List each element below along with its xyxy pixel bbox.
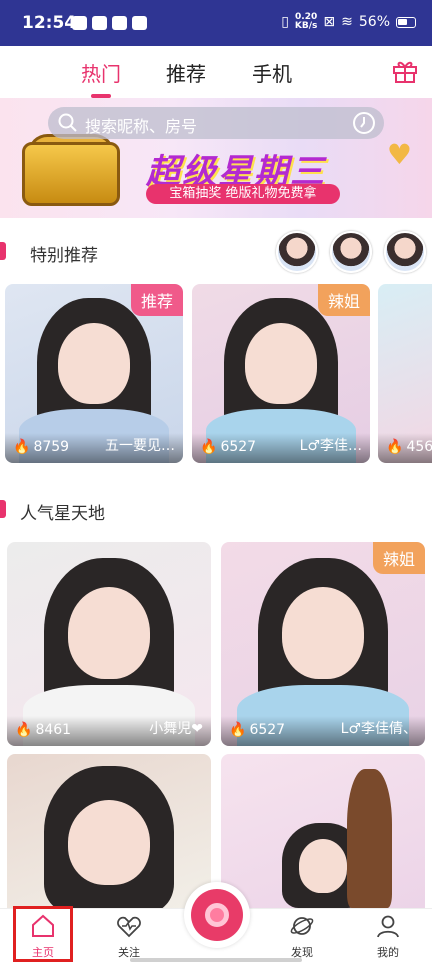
pipa-instrument — [347, 769, 393, 908]
tab-recommend[interactable]: 推荐 — [166, 58, 206, 87]
section-marker — [0, 500, 6, 518]
user-icon — [377, 915, 399, 938]
gift-icon[interactable] — [392, 58, 418, 84]
view-count: 🔥 8461 — [15, 722, 71, 738]
status-time: 12:54 — [22, 13, 77, 33]
fire-icon: 🔥 — [15, 722, 33, 738]
lens-ring — [205, 903, 229, 927]
featured-card[interactable]: 🔥4568 — [378, 284, 432, 463]
nav-discover[interactable]: 发现 — [272, 913, 332, 960]
planet-icon — [290, 917, 314, 935]
popular-card[interactable]: 辣姐 🔥 6527 L♂李佳倩、 — [221, 542, 425, 746]
view-count-value: 8759 — [33, 439, 70, 455]
crown-icon — [132, 16, 147, 30]
section-title-featured: 特别推荐 — [30, 246, 98, 266]
card-badge: 推荐 — [130, 284, 183, 316]
streamer-name: L♂李佳倩、 — [340, 721, 417, 737]
section-title-popular: 人气星天地 — [20, 504, 105, 524]
fire-icon: 🔥 — [229, 722, 247, 738]
history-clock-icon[interactable] — [352, 111, 376, 135]
battery-icon — [396, 16, 416, 28]
heart-icon: ♥ — [386, 138, 412, 171]
card-badge: 辣姐 — [372, 542, 425, 574]
section-marker — [0, 242, 6, 260]
app-icon — [92, 16, 107, 30]
face — [68, 800, 150, 885]
status-indicators: ▯ 0.20 KB/s ⊠ ≋ 56% — [281, 13, 416, 31]
streamer-name: 小舞児❤ — [149, 721, 203, 737]
app-icon — [112, 16, 127, 30]
featured-avatars — [276, 231, 426, 273]
view-count-value: 4568 — [406, 439, 432, 455]
tab-hot[interactable]: 热门 — [81, 58, 121, 87]
fire-icon: 🔥 — [200, 439, 218, 455]
sim-icon: ⊠ — [323, 14, 336, 30]
popular-card[interactable] — [221, 754, 425, 908]
nav-follow[interactable]: 关注 — [99, 913, 159, 960]
view-count: 🔥4568 — [386, 439, 432, 455]
streamer-name: 五一要见… — [105, 438, 175, 454]
popular-card[interactable]: 🔥 8461 小舞児❤ — [7, 542, 211, 746]
card-badge: 辣姐 — [317, 284, 370, 316]
notification-icons — [72, 16, 147, 30]
banner-subtitle: 宝箱抽奖 绝版礼物免费拿 — [146, 184, 340, 204]
heart-pulse-icon — [117, 916, 141, 938]
view-count: 🔥 6527 — [229, 722, 285, 738]
search-icon — [58, 113, 77, 132]
vibrate-icon: ▯ — [281, 14, 289, 30]
avatar[interactable] — [384, 231, 426, 273]
face — [68, 586, 150, 679]
face — [245, 323, 317, 404]
face — [282, 586, 364, 679]
search-bar[interactable]: 搜索昵称、房号 — [48, 107, 384, 139]
status-bar: 12:54 ▯ 0.20 KB/s ⊠ ≋ 56% — [0, 0, 432, 46]
gesture-bar[interactable] — [130, 958, 302, 962]
face — [298, 838, 348, 893]
face — [58, 323, 130, 404]
message-icon — [72, 16, 87, 30]
avatar[interactable] — [330, 231, 372, 273]
nav-mine-label: 我的 — [377, 946, 399, 959]
fire-icon: 🔥 — [386, 439, 404, 455]
go-live-button[interactable] — [184, 882, 250, 948]
top-tabs: 热门 推荐 手机 — [0, 46, 432, 98]
featured-card[interactable]: 推荐 🔥 8759 五一要见… — [5, 284, 183, 463]
featured-card[interactable]: 辣姐 🔥 6527 L♂李佳… — [192, 284, 370, 463]
streamer-name: L♂李佳… — [299, 438, 362, 454]
treasure-chest-icon — [22, 142, 120, 206]
avatar[interactable] — [276, 231, 318, 273]
popular-card[interactable] — [7, 754, 211, 908]
view-count-value: 6527 — [220, 439, 257, 455]
battery-percent: 56% — [358, 14, 390, 30]
tab-mobile[interactable]: 手机 — [252, 58, 292, 87]
net-speed: 0.20 KB/s — [295, 13, 317, 31]
net-speed-unit: KB/s — [294, 21, 318, 31]
view-count-value: 8461 — [35, 722, 72, 738]
fire-icon: 🔥 — [13, 439, 31, 455]
view-count: 🔥 8759 — [13, 439, 69, 455]
home-highlight-box — [13, 906, 73, 962]
nav-mine[interactable]: 我的 — [358, 913, 418, 960]
view-count: 🔥 6527 — [200, 439, 256, 455]
view-count-value: 6527 — [249, 722, 286, 738]
promo-banner[interactable]: 超级星期三 宝箱抽奖 绝版礼物免费拿 ♥ 搜索昵称、房号 — [0, 98, 432, 218]
search-placeholder: 搜索昵称、房号 — [85, 117, 198, 136]
wifi-icon: ≋ — [341, 14, 353, 30]
